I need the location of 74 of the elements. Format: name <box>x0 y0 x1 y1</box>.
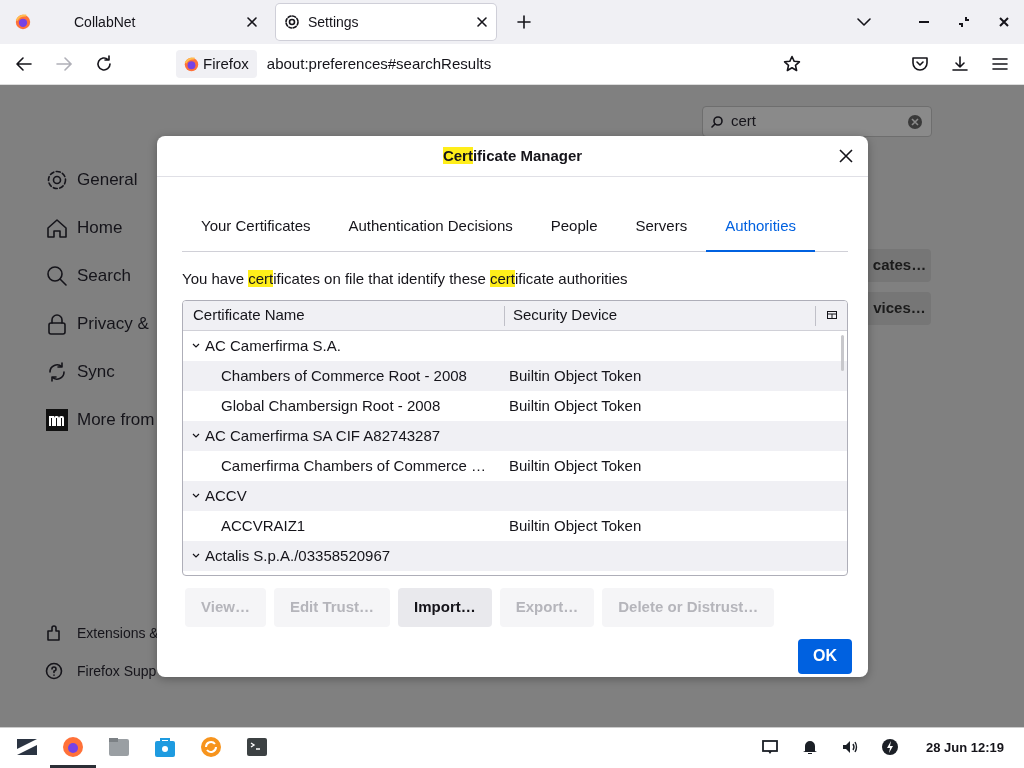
sidebar-item[interactable]: More from <box>45 396 157 444</box>
dialog-tab[interactable]: Authorities <box>706 205 816 252</box>
url-text[interactable]: about:preferences#searchResults <box>266 52 768 76</box>
dialog-tab[interactable]: Servers <box>616 205 707 252</box>
sidebar-item[interactable]: Search <box>45 252 157 300</box>
plus-icon <box>517 15 531 29</box>
tab-label: Settings <box>308 12 360 32</box>
row-name: ACCV <box>205 485 247 506</box>
search-icon <box>45 264 69 288</box>
browser-tab[interactable]: CollabNet <box>66 4 266 40</box>
help-icon <box>45 662 63 680</box>
column-header[interactable]: Security Device <box>505 304 815 327</box>
dialog-tab[interactable]: People <box>531 205 617 252</box>
firefox-icon <box>15 14 31 30</box>
download-icon[interactable] <box>951 55 969 73</box>
identity-button[interactable]: Firefox <box>176 50 257 78</box>
column-header[interactable]: Certificate Name <box>183 305 505 326</box>
restore-icon[interactable] <box>957 15 971 29</box>
row-name: Chambers of Commerce Root - 2008 <box>221 365 467 386</box>
description-text: You have certificates on file that identify these certificate authorities <box>182 268 629 289</box>
sidebar-link[interactable]: Firefox Supp <box>45 652 157 690</box>
sidebar-item[interactable]: Home <box>45 204 157 252</box>
tree-row[interactable]: ACCV <box>183 481 847 511</box>
close-icon[interactable] <box>997 15 1011 29</box>
row-device: Builtin Object Token <box>508 455 642 476</box>
close-icon[interactable] <box>246 16 258 28</box>
menu-icon[interactable] <box>991 55 1009 73</box>
pocket-icon[interactable] <box>911 55 929 73</box>
gear-icon <box>45 168 69 192</box>
gear-icon <box>284 14 300 30</box>
tree-row[interactable]: Chambers of Commerce Root - 2008 Builtin Object Token <box>183 361 847 391</box>
search-icon <box>711 115 723 128</box>
home-icon <box>45 216 69 240</box>
row-name: AC Camerfirma SA CIF A82743287 <box>205 425 441 446</box>
tree-row[interactable]: ACCVRAIZ1 Builtin Object Token <box>183 511 847 541</box>
tab-label: CollabNet <box>74 12 137 32</box>
row-name: Actalis S.p.A./03358520967 <box>205 545 391 566</box>
firefox-icon <box>184 56 199 72</box>
tree-row[interactable]: Global Chambersign Root - 2008 Builtin Object Token <box>183 391 847 421</box>
tree-row[interactable]: Actalis S.p.A./03358520967 <box>183 541 847 571</box>
back-icon[interactable] <box>15 55 33 73</box>
close-icon[interactable] <box>838 148 854 164</box>
puzzle-icon <box>45 624 63 642</box>
clock-text[interactable]: 28 Jun 12:19 <box>925 738 1004 758</box>
close-icon[interactable] <box>476 16 488 28</box>
sidebar-item[interactable]: Sync <box>45 348 157 396</box>
sidebar-item[interactable]: General <box>45 156 157 204</box>
row-name: Global Chambersign Root - 2008 <box>221 395 441 416</box>
row-name: AC Camerfirma S.A. <box>205 335 341 356</box>
lock-icon <box>45 312 69 336</box>
row-device: Builtin Object Token <box>508 395 642 416</box>
row-device: Builtin Object Token <box>508 365 642 386</box>
action-button[interactable]: Import… <box>398 588 492 627</box>
tree-row[interactable]: AC Camerfirma SA CIF A82743287 <box>183 421 847 451</box>
sidebar-link[interactable]: Extensions & <box>45 614 157 652</box>
settings-button[interactable]: vices… <box>868 292 931 325</box>
row-name: Camerfirma Chambers of Commerce … <box>221 455 487 476</box>
scrollbar-thumb[interactable] <box>841 335 844 371</box>
search-field[interactable]: cert <box>702 106 932 137</box>
chevron-down-icon <box>857 17 871 27</box>
dialog-tab[interactable]: Authentication Decisions <box>329 205 532 252</box>
browser-tab[interactable]: Settings <box>276 4 496 40</box>
ok-button[interactable]: OK <box>798 638 852 674</box>
clear-icon[interactable] <box>907 113 923 130</box>
sidebar-item[interactable]: Privacy & <box>45 300 157 348</box>
bookmark-star-icon[interactable] <box>783 55 801 73</box>
tree-row[interactable]: Camerfirma Chambers of Commerce … Builtin Object Token <box>183 451 847 481</box>
reload-icon[interactable] <box>95 55 113 73</box>
tree-row[interactable]: AC Camerfirma S.A. <box>183 331 847 361</box>
settings-button[interactable]: cates… <box>868 249 931 282</box>
logo-icon <box>45 408 69 432</box>
dialog-tab[interactable]: Your Certificates <box>182 205 330 252</box>
row-name: ACCVRAIZ1 <box>221 515 306 536</box>
row-device: Builtin Object Token <box>508 515 642 536</box>
